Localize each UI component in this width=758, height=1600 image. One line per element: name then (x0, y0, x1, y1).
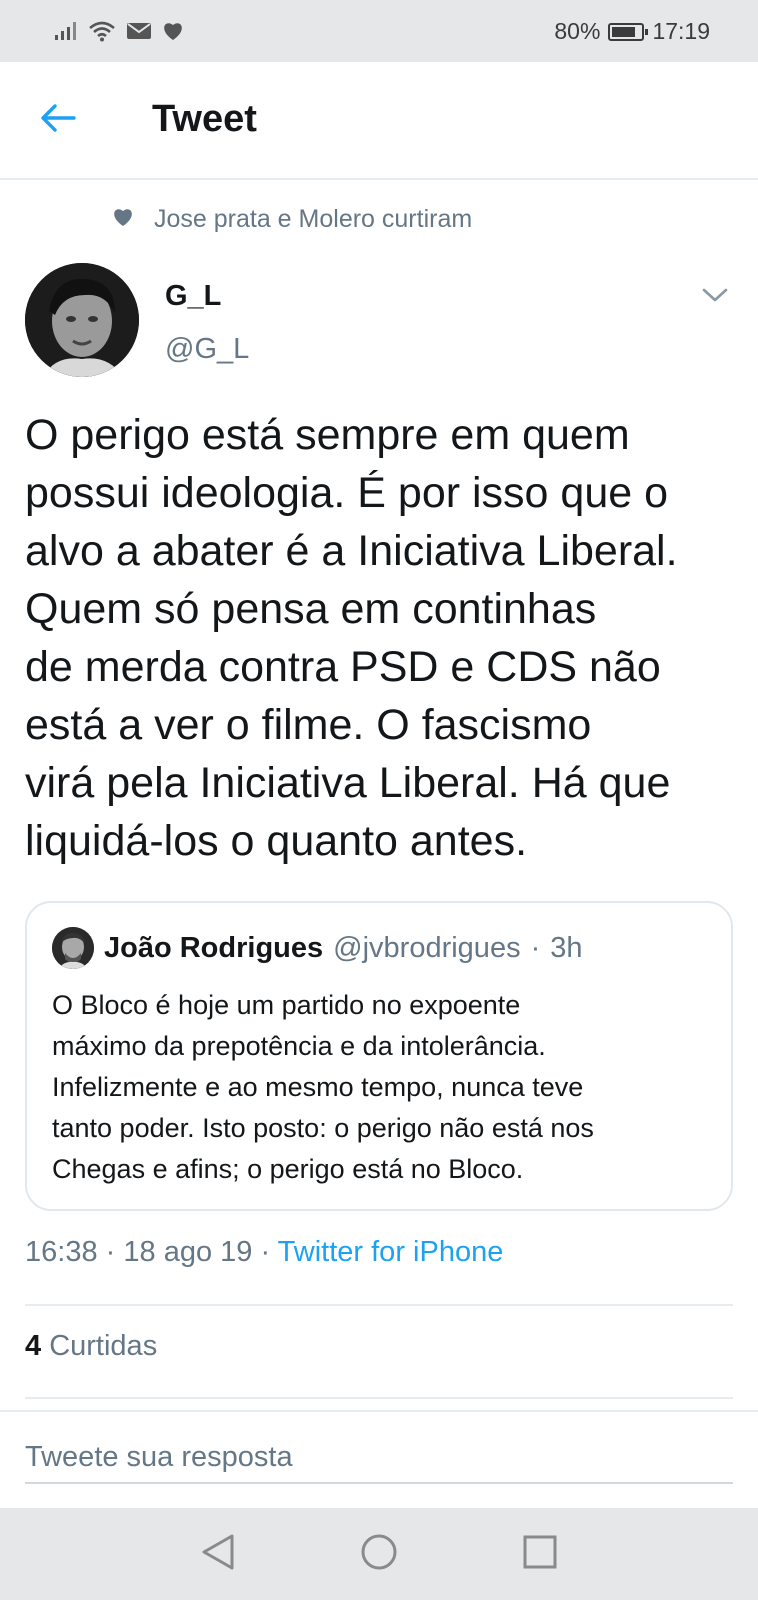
quoted-separator: · (530, 931, 541, 964)
circle-home-icon (360, 1533, 398, 1576)
social-context-text: Jose prata e Molero curtiram (154, 205, 473, 233)
wifi-icon (88, 20, 116, 47)
likes-count: 4 (25, 1330, 42, 1362)
social-context[interactable]: Jose prata e Molero curtiram (112, 205, 472, 234)
heart-icon (112, 205, 134, 234)
heart-status-icon (162, 21, 184, 46)
quoted-avatar (52, 927, 94, 969)
quoted-age: 3h (550, 931, 583, 964)
avatar[interactable] (25, 263, 139, 377)
page-title: Tweet (152, 98, 257, 140)
reply-input[interactable] (25, 1432, 733, 1484)
square-recents-icon (522, 1534, 558, 1575)
divider (25, 1304, 733, 1306)
status-bar: 80% 17:19 (0, 0, 758, 62)
battery-icon (608, 22, 649, 41)
chevron-down-icon (702, 287, 728, 308)
tweet-source-link[interactable]: Twitter for iPhone (278, 1236, 504, 1268)
quoted-tweet-card[interactable]: João Rodrigues @jvbrodrigues · 3h O Bloc… (25, 901, 733, 1211)
app-header: Tweet (0, 62, 758, 180)
back-button[interactable] (34, 96, 82, 144)
clock: 17:19 (652, 18, 710, 44)
likes-label: Curtidas (49, 1330, 158, 1362)
nav-recents-button[interactable] (518, 1532, 562, 1576)
reply-composer (0, 1410, 758, 1508)
system-nav-bar (0, 1508, 758, 1600)
status-icons-right: 80% 17:19 (554, 18, 710, 45)
battery-percent: 80% (554, 18, 601, 44)
author-username[interactable]: @G_L (165, 333, 249, 366)
arrow-left-icon (40, 103, 76, 138)
divider (25, 1397, 733, 1399)
author-display-name[interactable]: G_L (165, 280, 221, 313)
tweet-timestamp: 16:38 · 18 ago 19 · Twitter for iPhone (25, 1236, 503, 1269)
nav-back-button[interactable] (196, 1532, 240, 1576)
tweet-text: O perigo está sempre em quem possui ideo… (25, 411, 678, 865)
quoted-tweet-header: João Rodrigues @jvbrodrigues · 3h (52, 927, 583, 969)
nav-home-button[interactable] (357, 1532, 401, 1576)
avatar-photo (25, 263, 139, 377)
meta-separator: · (105, 1236, 116, 1268)
mail-icon (126, 21, 152, 46)
status-icons-left (54, 20, 184, 47)
tweet-options-button[interactable] (700, 282, 730, 312)
quoted-tweet-text: O Bloco é hoje um partido no expoente má… (52, 990, 594, 1184)
triangle-back-icon (200, 1533, 236, 1576)
likes-stat[interactable]: 4 Curtidas (25, 1330, 157, 1363)
signal-icon (54, 21, 78, 46)
tweet-date: 18 ago 19 (123, 1236, 253, 1268)
quoted-username: @jvbrodrigues (333, 931, 521, 964)
meta-separator: · (260, 1236, 271, 1268)
tweet-time: 16:38 (25, 1236, 98, 1268)
quoted-display-name: João Rodrigues (104, 931, 324, 964)
